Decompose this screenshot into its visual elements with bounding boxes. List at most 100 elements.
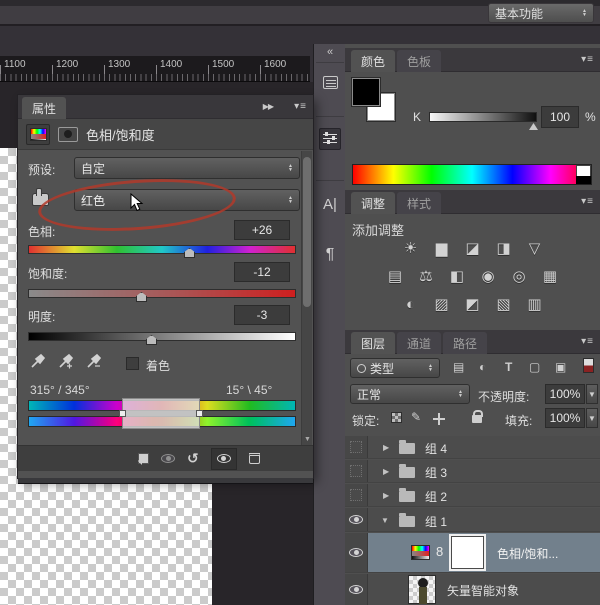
saturation-value-field[interactable]: -12 [234,262,290,282]
lock-all-icon[interactable] [472,415,482,423]
lock-transparency-icon[interactable] [391,412,402,423]
lightness-slider[interactable] [28,332,296,341]
properties-panel-icon[interactable] [315,128,345,153]
photo-filter-icon[interactable]: ◉ [477,268,499,286]
history-panel-icon[interactable] [315,76,345,92]
selective-color-icon[interactable]: ▧ [493,296,515,314]
visibility-toggle[interactable] [345,508,368,531]
blend-mode-dropdown[interactable]: 正常 ▲▼ [350,384,470,404]
layer-row-group4[interactable]: ▶ 组 4 [345,436,600,459]
layer-filter-kind-dropdown[interactable]: 类型 ▲▼ [350,358,440,378]
mask-properties-icon[interactable] [58,127,78,142]
clip-to-layer-icon[interactable] [138,453,149,464]
tab-color[interactable]: 颜色 [351,50,395,72]
range-handle-left[interactable] [119,410,126,417]
visibility-toggle[interactable] [345,533,368,572]
delete-icon[interactable] [249,453,260,464]
saturation-slider[interactable] [28,289,296,298]
visibility-button[interactable] [211,448,237,470]
layer-row-hue-saturation-selected[interactable]: 8 色相/饱和... [345,533,600,573]
workspace-switcher[interactable]: 基本功能 ▲▼ [488,3,594,23]
layer-name[interactable]: 组 1 [425,513,447,530]
hue-value-field[interactable]: +26 [234,220,290,240]
hue-range-selection[interactable] [122,398,200,429]
layer-row-group2[interactable]: ▶ 组 2 [345,484,600,507]
color-lookup-icon[interactable]: ▦ [539,268,561,286]
filter-shape-icon[interactable]: ▢ [529,360,540,374]
mask-link-icon[interactable]: 8 [436,544,443,559]
hue-saturation-icon[interactable]: ▤ [384,268,406,286]
hue-saturation-adjustment-icon[interactable] [411,545,430,560]
collapse-panels-icon[interactable]: « [315,46,345,58]
colorize-checkbox[interactable] [126,357,139,370]
gradient-map-icon[interactable]: ▥ [524,296,546,314]
layer-name[interactable]: 组 4 [425,440,447,457]
exposure-icon[interactable]: ◨ [493,240,515,258]
lightness-value-field[interactable]: -3 [234,305,290,325]
tab-styles[interactable]: 样式 [397,192,441,214]
eyedropper-add-icon[interactable] [58,353,74,372]
layer-name[interactable]: 色相/饱和... [497,545,558,562]
color-spectrum-ramp[interactable] [352,164,592,185]
group-collapsed-icon[interactable]: ▶ [383,491,389,500]
panel-menu-icon[interactable]: ▾≡ [581,196,594,207]
tab-channels[interactable]: 通道 [397,332,441,354]
group-collapsed-icon[interactable]: ▶ [383,467,389,476]
filter-adjustment-icon[interactable]: ◐ [479,360,486,374]
channel-mixer-icon[interactable]: ◎ [508,268,530,286]
eyedropper-icon[interactable] [30,353,46,372]
panel-menu-icon[interactable]: ▾≡ [581,54,594,65]
filter-type-icon[interactable]: T [505,360,512,374]
foreground-color-swatch[interactable] [352,78,380,106]
eyedropper-subtract-icon[interactable] [86,353,102,372]
hue-slider[interactable] [28,245,296,254]
levels-icon[interactable]: ▆ [431,240,453,258]
tab-properties[interactable]: 属性 [22,97,66,119]
layer-thumbnail[interactable] [408,575,436,604]
posterize-icon[interactable]: ▨ [431,296,453,314]
filter-image-icon[interactable]: ▤ [453,360,464,374]
visibility-toggle[interactable] [345,460,368,482]
color-balance-icon[interactable]: ⚖ [415,268,437,286]
preset-dropdown[interactable]: 自定 ▲▼ [74,157,300,179]
layer-mask-thumbnail[interactable] [451,536,484,569]
k-value-field[interactable]: 100 [541,106,579,128]
black-white-icon[interactable]: ◧ [446,268,468,286]
tab-paths[interactable]: 路径 [443,332,487,354]
layer-row-group3[interactable]: ▶ 组 3 [345,460,600,483]
visibility-toggle[interactable] [345,484,368,506]
panel-menu-icon[interactable]: ▾≡ [581,336,594,347]
tab-layers[interactable]: 图层 [351,332,395,354]
paragraph-panel-icon[interactable]: ¶ [315,246,345,264]
panel-menu-icon[interactable]: ▾≡ [294,101,307,112]
layer-name[interactable]: 组 2 [425,488,447,505]
tab-swatches[interactable]: 色板 [397,50,441,72]
filter-smart-object-icon[interactable]: ▣ [555,360,566,374]
group-expanded-icon[interactable]: ▼ [381,516,389,525]
properties-scrollbar[interactable]: ▼ [301,151,312,445]
opacity-dropdown-icon[interactable]: ▼ [586,384,598,404]
threshold-icon[interactable]: ◩ [462,296,484,314]
scrollbar-thumb[interactable] [303,157,311,307]
fill-value-field[interactable]: 100% [545,408,585,428]
lock-paint-icon[interactable]: ✎ [411,410,421,424]
black-swatch[interactable] [576,176,591,184]
filter-toggle-icon[interactable] [583,358,594,373]
expand-panel-icon[interactable]: ▶▶ [263,102,273,111]
layer-row-group1[interactable]: ▼ 组 1 [345,508,600,532]
brightness-contrast-icon[interactable]: ☀ [400,240,422,258]
k-slider-thumb[interactable] [529,123,538,130]
lock-position-icon[interactable] [433,413,445,425]
k-slider[interactable] [429,112,537,122]
layer-name[interactable]: 组 3 [425,464,447,481]
range-handle-right[interactable] [196,410,203,417]
visibility-toggle[interactable] [345,574,368,605]
visibility-toggle[interactable] [345,436,368,458]
layer-row-vector-smart-object[interactable]: 矢量智能对象 [345,574,600,605]
curves-icon[interactable]: ◪ [462,240,484,258]
toggle-previous-state-icon[interactable] [161,452,175,466]
character-panel-icon[interactable]: A| [315,196,345,213]
fill-dropdown-icon[interactable]: ▼ [586,408,598,428]
tab-adjustments[interactable]: 调整 [351,192,395,214]
properties-panel-bottom-edge[interactable] [18,478,313,484]
